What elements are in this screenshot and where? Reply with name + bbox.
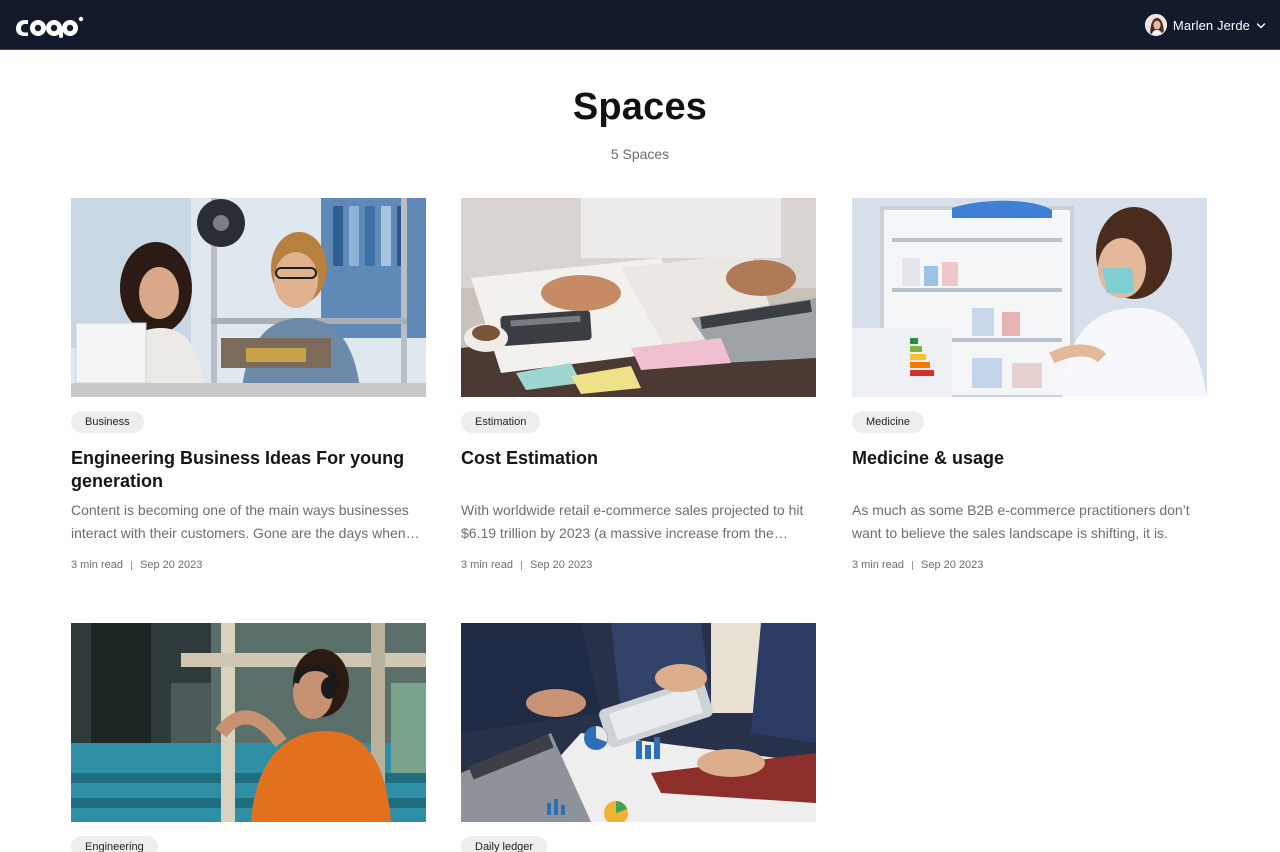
card-image[interactable] [71,198,426,397]
read-time: 3 min read [461,559,513,571]
card-image[interactable] [461,623,816,822]
avatar [1144,14,1167,36]
card-image[interactable] [461,198,816,397]
chevron-down-icon [1256,23,1266,29]
category-tag[interactable]: Daily ledger [461,836,548,852]
publish-date: Sep 20 2023 [139,559,203,571]
space-card[interactable]: Medicine Medicine & usage As much as som… [852,198,1207,571]
category-tag[interactable]: Medicine [852,411,925,433]
read-time: 3 min read [71,559,123,571]
category-tag[interactable]: Engineering [71,836,158,852]
meta-divider [911,560,913,570]
card-meta: 3 min read Sep 20 2023 [852,559,983,571]
top-navbar: Marlen Jerde [0,0,1280,50]
spaces-count: 5 Spaces [610,146,670,162]
meta-divider [520,560,522,570]
card-description: With worldwide retail e-commerce sales p… [461,502,804,541]
read-time: 3 min read [852,559,904,571]
user-name: Marlen Jerde [1172,17,1250,33]
logo-icon[interactable] [13,9,85,39]
card-image[interactable] [71,623,426,822]
card-meta: 3 min read Sep 20 2023 [71,559,202,571]
page-title: Spaces [572,86,708,128]
category-tag[interactable]: Estimation [461,411,541,433]
card-description: As much as some B2B e-commerce practitio… [852,502,1190,541]
card-title[interactable]: Medicine & usage [852,447,1207,470]
card-description: Content is becoming one of the main ways… [71,502,409,541]
card-image[interactable] [852,198,1207,397]
meta-divider [130,560,132,570]
publish-date: Sep 20 2023 [529,559,593,571]
space-card[interactable]: Business Engineering Business Ideas For … [71,198,426,571]
space-card[interactable]: Engineering [71,623,426,852]
user-menu-button[interactable]: Marlen Jerde [1144,14,1266,36]
card-meta: 3 min read Sep 20 2023 [461,559,592,571]
publish-date: Sep 20 2023 [920,559,984,571]
space-card[interactable]: Daily ledger [461,623,816,852]
card-title[interactable]: Cost Estimation [461,447,816,470]
card-title[interactable]: Engineering Business Ideas For young gen… [71,447,426,493]
category-tag[interactable]: Business [71,411,144,433]
space-card[interactable]: Estimation Cost Estimation With worldwid… [461,198,816,571]
